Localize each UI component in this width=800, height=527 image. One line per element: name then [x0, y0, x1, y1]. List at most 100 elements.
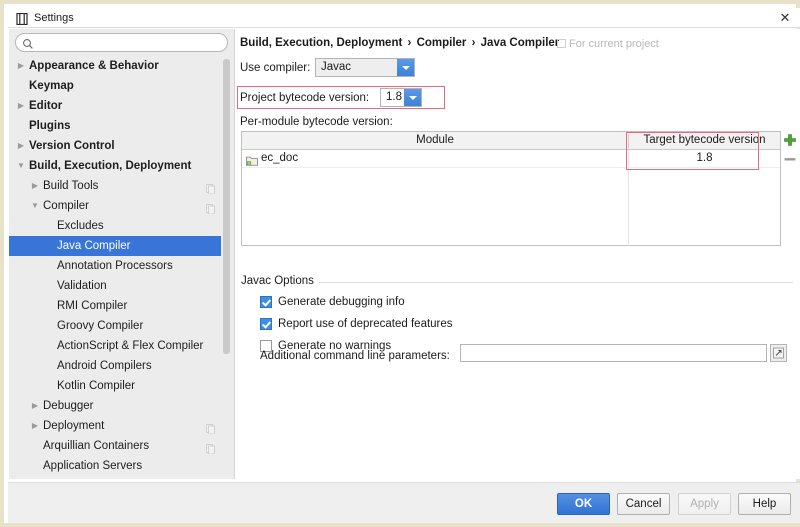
chevron-down-icon[interactable] — [404, 89, 421, 106]
use-compiler-value: Javac — [321, 61, 352, 73]
add-module-button[interactable] — [782, 132, 798, 148]
sidebar-item-annotation-processors[interactable]: Annotation Processors — [9, 256, 221, 276]
chevron-down-icon[interactable]: ▼ — [15, 156, 27, 176]
sidebar-item-actionscript-flex-compiler[interactable]: ActionScript & Flex Compiler — [9, 336, 221, 356]
column-header-target-bytecode[interactable]: Target bytecode version — [629, 132, 780, 149]
sidebar-item-label: Validation — [57, 280, 107, 292]
chevron-right-icon[interactable]: ▶ — [15, 96, 27, 116]
breadcrumb-part-1[interactable]: Compiler — [417, 37, 467, 49]
search-box[interactable] — [15, 33, 228, 52]
breadcrumb-part-0[interactable]: Build, Execution, Deployment — [240, 37, 402, 49]
module-folder-icon — [246, 153, 258, 166]
sidebar-item-rmi-compiler[interactable]: RMI Compiler — [9, 296, 221, 316]
sidebar-item-label: Excludes — [57, 220, 104, 232]
project-settings-icon — [206, 201, 215, 215]
sidebar-item-application-servers[interactable]: Application Servers — [9, 456, 221, 476]
cell-target-bytecode[interactable]: 1.8 — [629, 150, 780, 167]
use-compiler-dropdown[interactable]: Javac — [315, 58, 415, 77]
project-settings-icon — [206, 181, 215, 195]
settings-window-icon — [16, 12, 28, 26]
settings-tree[interactable]: ▶ Appearance & Behavior Keymap ▶ Editor Plugi… — [9, 56, 221, 477]
window-title: Settings — [34, 12, 74, 24]
sidebar-item-label: Annotation Processors — [57, 260, 173, 272]
sidebar-item-label: RMI Compiler — [57, 300, 128, 312]
sidebar-item-appearance-behavior[interactable]: ▶ Appearance & Behavior — [9, 56, 221, 76]
sidebar-item-groovy-compiler[interactable]: Groovy Compiler — [9, 316, 221, 336]
title-bar: Settings ✕ — [8, 8, 800, 28]
search-icon — [22, 37, 34, 49]
chevron-right-icon[interactable]: ▶ — [15, 56, 27, 76]
breadcrumb-separator: › — [407, 37, 412, 49]
remove-module-button[interactable] — [782, 151, 798, 167]
sidebar-item-label: Arquillian Containers — [43, 440, 150, 452]
project-scope-icon — [557, 39, 566, 48]
chevron-right-icon[interactable]: ▶ — [29, 416, 41, 436]
cell-module-name: ec_doc — [261, 152, 299, 164]
sidebar-item-label: Debugger — [43, 400, 94, 412]
chevron-down-icon[interactable] — [397, 59, 414, 76]
checkbox-label: Report use of deprecated features — [278, 318, 453, 330]
settings-sidebar: ▶ Appearance & Behavior Keymap ▶ Editor Plugi… — [9, 29, 234, 479]
sidebar-item-arquillian-containers[interactable]: Arquillian Containers — [9, 436, 221, 456]
cancel-button[interactable]: Cancel — [617, 493, 670, 515]
sidebar-item-label: Build Tools — [43, 180, 99, 192]
sidebar-item-label: Java Compiler — [57, 240, 131, 252]
table-row[interactable]: ec_doc 1.8 — [242, 150, 780, 168]
checkbox-box[interactable] — [260, 318, 272, 330]
table-header: Module Target bytecode version — [242, 132, 780, 150]
help-button[interactable]: Help — [738, 493, 791, 515]
sidebar-item-kotlin-compiler[interactable]: Kotlin Compiler — [9, 376, 221, 396]
sidebar-item-editor[interactable]: ▶ Editor — [9, 96, 221, 116]
per-module-label: Per-module bytecode version: — [240, 116, 393, 128]
sidebar-item-label: ActionScript & Flex Compiler — [57, 340, 204, 352]
sidebar-item-excludes[interactable]: Excludes — [9, 216, 221, 236]
chevron-right-icon[interactable]: ▶ — [15, 136, 27, 156]
sidebar-item-java-compiler[interactable]: Java Compiler — [9, 236, 221, 256]
sidebar-item-label: Application Servers — [43, 460, 143, 472]
sidebar-item-android-compilers[interactable]: Android Compilers — [9, 356, 221, 376]
sidebar-item-label: Deployment — [43, 420, 105, 432]
sidebar-item-label: Kotlin Compiler — [57, 380, 135, 392]
breadcrumb: Build, Execution, Deployment › Compiler … — [240, 37, 559, 49]
sidebar-item-plugins[interactable]: Plugins — [9, 116, 221, 136]
breadcrumb-part-2: Java Compiler — [480, 37, 560, 49]
sidebar-item-label: Groovy Compiler — [57, 320, 144, 332]
close-icon[interactable]: ✕ — [776, 10, 794, 26]
sidebar-item-deployment[interactable]: ▶ Deployment — [9, 416, 221, 436]
sidebar-item-build-execution-deployment[interactable]: ▼ Build, Execution, Deployment — [9, 156, 221, 176]
sidebar-item-label: Build, Execution, Deployment — [29, 160, 192, 172]
additional-params-input[interactable] — [464, 345, 765, 363]
per-module-table[interactable]: Module Target bytecode version ec_doc 1.… — [241, 131, 781, 246]
window-frame: Settings ✕ ▶ Appearance & Behavior Keymap ▶… — [0, 0, 800, 527]
breadcrumb-scope-text: For current project — [569, 38, 659, 50]
settings-dialog: Settings ✕ ▶ Appearance & Behavior Keymap ▶… — [0, 0, 800, 527]
chevron-right-icon[interactable]: ▶ — [29, 396, 41, 416]
chevron-down-icon[interactable]: ▼ — [29, 196, 41, 216]
project-bytecode-dropdown[interactable]: 1.8 — [380, 88, 422, 107]
additional-params-field[interactable] — [460, 344, 767, 363]
ok-button[interactable]: OK — [557, 493, 610, 515]
sidebar-item-label: Keymap — [29, 80, 74, 92]
sidebar-item-keymap[interactable]: Keymap — [9, 76, 221, 96]
chevron-right-icon[interactable]: ▶ — [29, 176, 41, 196]
sidebar-item-compiler[interactable]: ▼ Compiler — [9, 196, 221, 216]
sidebar-scrollbar-thumb[interactable] — [223, 59, 230, 354]
sidebar-item-version-control[interactable]: ▶ Version Control — [9, 136, 221, 156]
sidebar-item-validation[interactable]: Validation — [9, 276, 221, 296]
checkbox-box[interactable] — [260, 296, 272, 308]
expand-editor-icon[interactable] — [770, 344, 787, 362]
main-panel: Build, Execution, Deployment › Compiler … — [235, 29, 800, 479]
breadcrumb-separator: › — [471, 37, 476, 49]
sidebar-item-debugger[interactable]: ▶ Debugger — [9, 396, 221, 416]
sidebar-item-label: Editor — [29, 100, 63, 112]
search-input[interactable] — [38, 35, 225, 52]
project-settings-icon — [206, 421, 215, 435]
project-bytecode-label: Project bytecode version: — [240, 92, 370, 104]
dialog-footer: OK Cancel Apply Help — [8, 482, 800, 523]
javac-options-divider — [241, 282, 793, 283]
sidebar-item-label: Android Compilers — [57, 360, 152, 372]
sidebar-item-label: Plugins — [29, 120, 71, 132]
sidebar-item-build-tools[interactable]: ▶ Build Tools — [9, 176, 221, 196]
javac-options-title: Javac Options — [241, 275, 319, 287]
column-header-module[interactable]: Module — [242, 132, 628, 149]
